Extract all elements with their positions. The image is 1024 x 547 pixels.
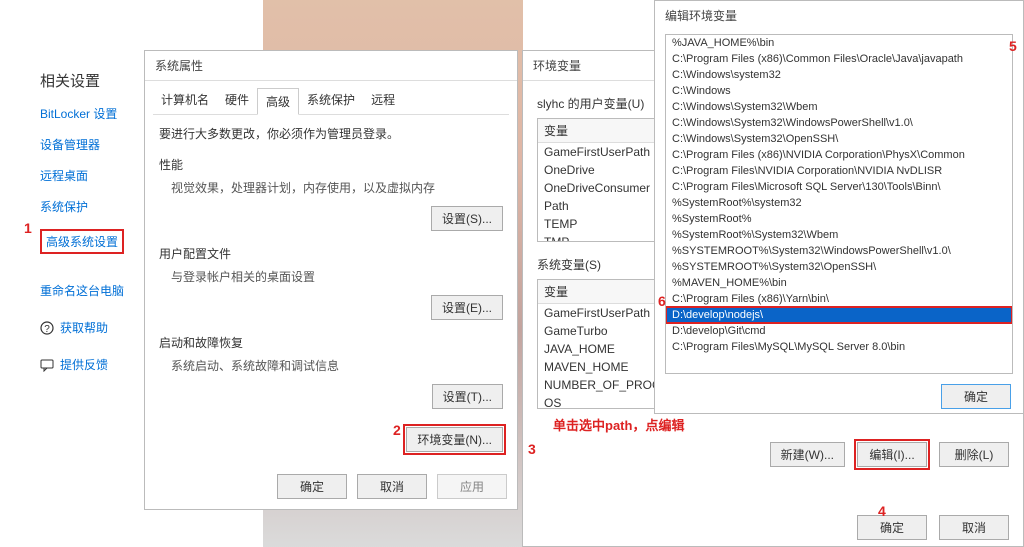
- path-entry[interactable]: C:\Windows\System32\WindowsPowerShell\v1…: [666, 115, 1012, 131]
- annotation-2: 2: [393, 422, 401, 438]
- tab-remote[interactable]: 远程: [363, 87, 403, 114]
- path-entry[interactable]: C:\Windows\System32\Wbem: [666, 99, 1012, 115]
- sysprop-apply-button[interactable]: 应用: [437, 474, 507, 499]
- env-variables-button[interactable]: 环境变量(N)...: [406, 427, 503, 452]
- perf-settings-button[interactable]: 设置(S)...: [431, 206, 503, 231]
- annotation-4: 4: [878, 503, 886, 519]
- instruction-text: 单击选中path，点编辑: [553, 415, 1023, 434]
- path-entry[interactable]: C:\Windows\system32: [666, 67, 1012, 83]
- tab-advanced[interactable]: 高级: [257, 88, 299, 115]
- sysprop-cancel-button[interactable]: 取消: [357, 474, 427, 499]
- feedback-icon: [40, 358, 54, 372]
- editpath-title: 编辑环境变量: [655, 1, 1023, 30]
- admin-note: 要进行大多数更改，你必须作为管理员登录。: [159, 125, 503, 142]
- path-entry[interactable]: C:\Windows: [666, 83, 1012, 99]
- envvar-ok-button[interactable]: 确定: [857, 515, 927, 540]
- startup-settings-button[interactable]: 设置(T)...: [432, 384, 503, 409]
- path-entry[interactable]: %SYSTEMROOT%\System32\WindowsPowerShell\…: [666, 243, 1012, 259]
- profile-settings-button[interactable]: 设置(E)...: [431, 295, 503, 320]
- related-settings-panel: 相关设置 BitLocker 设置 设备管理器 远程桌面 系统保护 高级系统设置…: [40, 70, 124, 385]
- path-entry[interactable]: %SystemRoot%\System32\Wbem: [666, 227, 1012, 243]
- startup-desc: 系统启动、系统故障和调试信息: [171, 357, 503, 374]
- system-properties-dialog: 系统属性 计算机名 硬件 高级 系统保护 远程 要进行大多数更改，你必须作为管理…: [144, 50, 518, 510]
- annotation-1: 1: [24, 220, 32, 236]
- perf-title: 性能: [159, 156, 503, 173]
- path-entry[interactable]: D:\develop\nodejs\: [666, 307, 1012, 323]
- path-entry[interactable]: D:\develop\Git\cmd: [666, 323, 1012, 339]
- link-get-help[interactable]: ? 获取帮助: [40, 319, 124, 336]
- annotation-6: 6: [658, 293, 666, 309]
- help-icon: ?: [40, 321, 54, 335]
- link-feedback[interactable]: 提供反馈: [40, 356, 124, 373]
- delete-var-button[interactable]: 删除(L): [939, 442, 1009, 467]
- new-var-button[interactable]: 新建(W)...: [770, 442, 845, 467]
- startup-title: 启动和故障恢复: [159, 334, 503, 351]
- path-entries-list[interactable]: %JAVA_HOME%\binC:\Program Files (x86)\Co…: [665, 34, 1013, 374]
- edit-path-dialog: 编辑环境变量 %JAVA_HOME%\binC:\Program Files (…: [654, 0, 1024, 414]
- path-entry[interactable]: C:\Program Files (x86)\Common Files\Orac…: [666, 51, 1012, 67]
- link-remote-desktop[interactable]: 远程桌面: [40, 167, 124, 184]
- related-settings-title: 相关设置: [40, 70, 124, 91]
- path-entry[interactable]: C:\Program Files\MySQL\MySQL Server 8.0\…: [666, 339, 1012, 355]
- link-system-protection[interactable]: 系统保护: [40, 198, 124, 215]
- link-advanced-system-settings[interactable]: 高级系统设置: [40, 229, 124, 254]
- path-entry[interactable]: C:\Program Files\Microsoft SQL Server\13…: [666, 179, 1012, 195]
- path-entry[interactable]: C:\Program Files (x86)\NVIDIA Corporatio…: [666, 147, 1012, 163]
- path-entry[interactable]: %SystemRoot%\system32: [666, 195, 1012, 211]
- link-rename-pc[interactable]: 重命名这台电脑: [40, 282, 124, 299]
- sysprop-tabs: 计算机名 硬件 高级 系统保护 远程: [153, 87, 509, 115]
- path-entry[interactable]: C:\Program Files\NVIDIA Corporation\NVID…: [666, 163, 1012, 179]
- path-entry[interactable]: %SYSTEMROOT%\System32\OpenSSH\: [666, 259, 1012, 275]
- annotation-3: 3: [528, 441, 536, 457]
- link-device-manager[interactable]: 设备管理器: [40, 136, 124, 153]
- sysprop-ok-button[interactable]: 确定: [277, 474, 347, 499]
- path-entry[interactable]: C:\Windows\System32\OpenSSH\: [666, 131, 1012, 147]
- path-entry[interactable]: %SystemRoot%: [666, 211, 1012, 227]
- path-entry[interactable]: C:\Program Files (x86)\Yarn\bin\: [666, 291, 1012, 307]
- edit-var-button[interactable]: 编辑(I)...: [857, 442, 927, 467]
- link-bitlocker[interactable]: BitLocker 设置: [40, 105, 124, 122]
- tab-system-protection[interactable]: 系统保护: [299, 87, 363, 114]
- editpath-ok-button[interactable]: 确定: [941, 384, 1011, 409]
- svg-text:?: ?: [44, 324, 50, 335]
- profile-desc: 与登录帐户相关的桌面设置: [171, 268, 503, 285]
- envvar-cancel-button[interactable]: 取消: [939, 515, 1009, 540]
- sysprop-title: 系统属性: [145, 51, 517, 81]
- annotation-5: 5: [1009, 38, 1017, 54]
- profile-title: 用户配置文件: [159, 245, 503, 262]
- tab-hardware[interactable]: 硬件: [217, 87, 257, 114]
- tab-computer-name[interactable]: 计算机名: [153, 87, 217, 114]
- path-entry[interactable]: %MAVEN_HOME%\bin: [666, 275, 1012, 291]
- path-entry[interactable]: %JAVA_HOME%\bin: [666, 35, 1012, 51]
- perf-desc: 视觉效果，处理器计划，内存使用，以及虚拟内存: [171, 179, 503, 196]
